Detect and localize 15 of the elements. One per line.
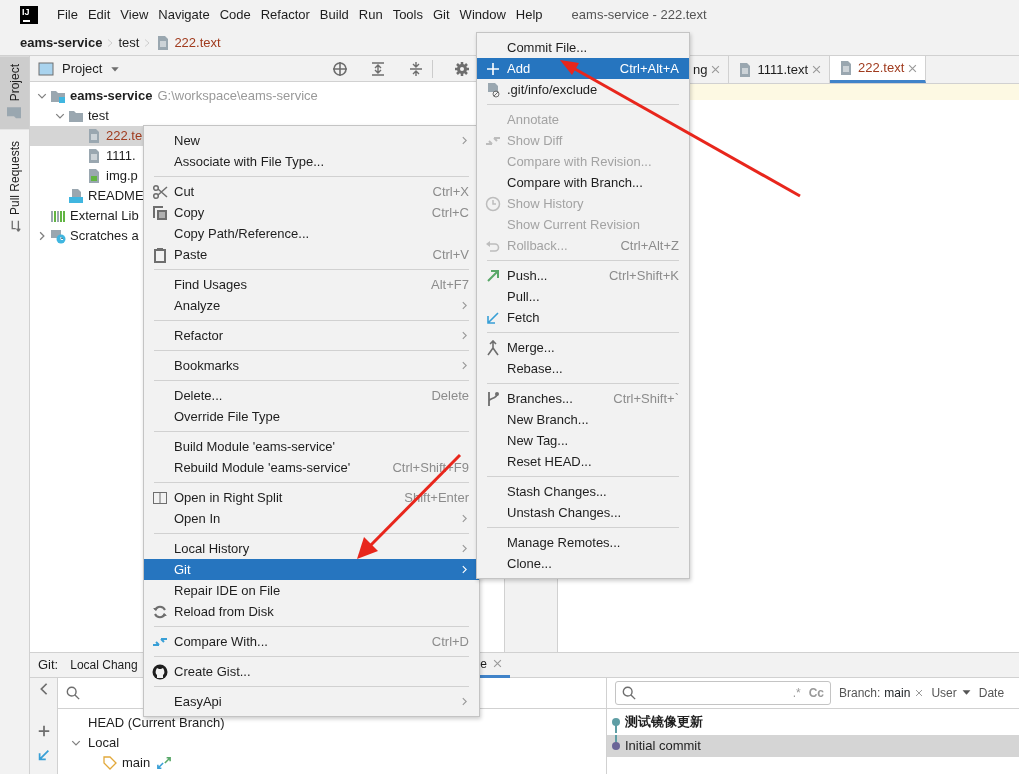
window-title: eams-service - 222.text (571, 6, 707, 25)
path-text: G:\workspace\eams-service (157, 87, 318, 106)
shortcut-text: Ctrl+C (431, 203, 469, 222)
commit-message: 测试镜像更新 (625, 713, 703, 732)
shortcut-text: Delete (431, 386, 469, 405)
shortcut-text: Ctrl+Shift+` (613, 389, 679, 408)
shortcut-text: Ctrl+Shift+K (608, 266, 679, 285)
shortcut-text: Ctrl+V (432, 245, 469, 264)
shortcut-text: Ctrl+Alt+A (619, 59, 679, 78)
shortcut-text: Ctrl+D (431, 632, 469, 651)
commit-message: Initial commit (625, 737, 701, 756)
shortcut-text: Ctrl+X (432, 182, 469, 201)
shortcut-text: Alt+F7 (431, 275, 469, 294)
shortcut-text: Ctrl+Alt+Z (620, 236, 679, 255)
panel-label: Git: (38, 656, 59, 675)
